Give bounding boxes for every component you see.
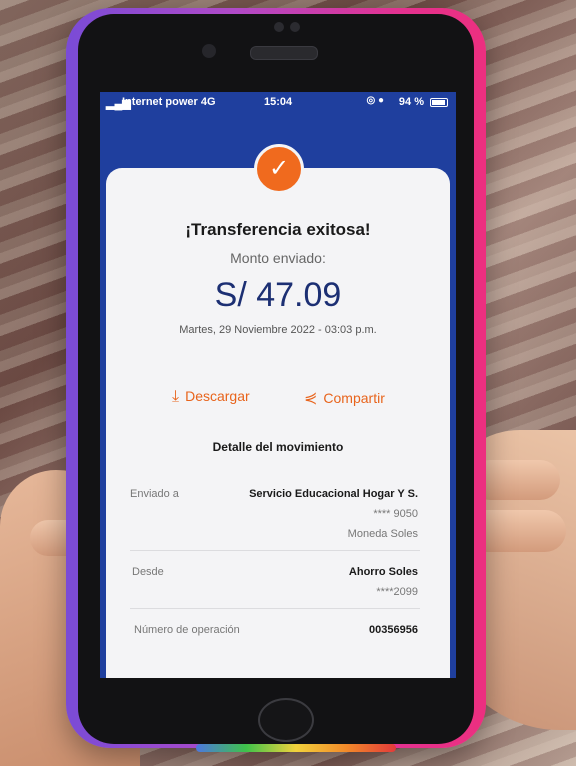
share-button[interactable]: ⋞ Compartir: [304, 388, 385, 408]
battery-icon: [430, 98, 448, 107]
carrier-label: Internet power 4G: [122, 96, 216, 108]
from-account-name: Ahorro Soles: [348, 566, 418, 578]
from-account-number: ****2099: [376, 586, 418, 598]
share-icon: ⋞: [304, 390, 318, 407]
from-label: Desde: [132, 566, 164, 578]
sent-to-name: Servicio Educacional Hogar Y S.: [249, 488, 418, 500]
divider: [130, 608, 420, 609]
receipt-card: ¡Transferencia exitosa! Monto enviado: S…: [106, 168, 450, 678]
share-label: Compartir: [323, 390, 385, 406]
details-heading: Detalle del movimiento: [212, 440, 344, 454]
check-icon: ✓: [254, 144, 304, 194]
transfer-date: Martes, 29 Noviembre 2022 - 03:03 p.m.: [179, 324, 377, 336]
divider: [130, 550, 420, 551]
sent-to-account: **** 9050: [373, 508, 418, 520]
status-bar: ▂▄▆ Internet power 4G 15:04 ◎ ● 94 %: [100, 92, 456, 114]
operation-number: 00356956: [369, 624, 418, 636]
amount-value: S/ 47.09: [214, 276, 342, 314]
phone-screen: ▂▄▆ Internet power 4G 15:04 ◎ ● 94 % ¡Tr…: [100, 92, 456, 678]
sensor-dot: [290, 22, 300, 32]
status-time: 15:04: [264, 96, 293, 108]
rainbow-stripe: [196, 744, 396, 752]
home-button[interactable]: [258, 698, 314, 742]
operation-label: Número de operación: [134, 624, 240, 636]
lock-rotation-icon: ◎ ●: [366, 95, 384, 106]
amount-label: Monto enviado:: [230, 250, 326, 266]
download-icon: ⤓: [172, 388, 180, 405]
download-button[interactable]: ⤓ Descargar: [172, 388, 250, 406]
earpiece-speaker: [250, 46, 318, 60]
front-camera: [202, 44, 216, 58]
download-label: Descargar: [185, 388, 250, 404]
battery-percent: 94 %: [398, 96, 424, 108]
sensor-dot: [274, 22, 284, 32]
sent-to-currency: Moneda Soles: [347, 528, 418, 540]
sent-to-label: Enviado a: [130, 488, 179, 500]
success-title: ¡Transferencia exitosa!: [185, 220, 371, 239]
